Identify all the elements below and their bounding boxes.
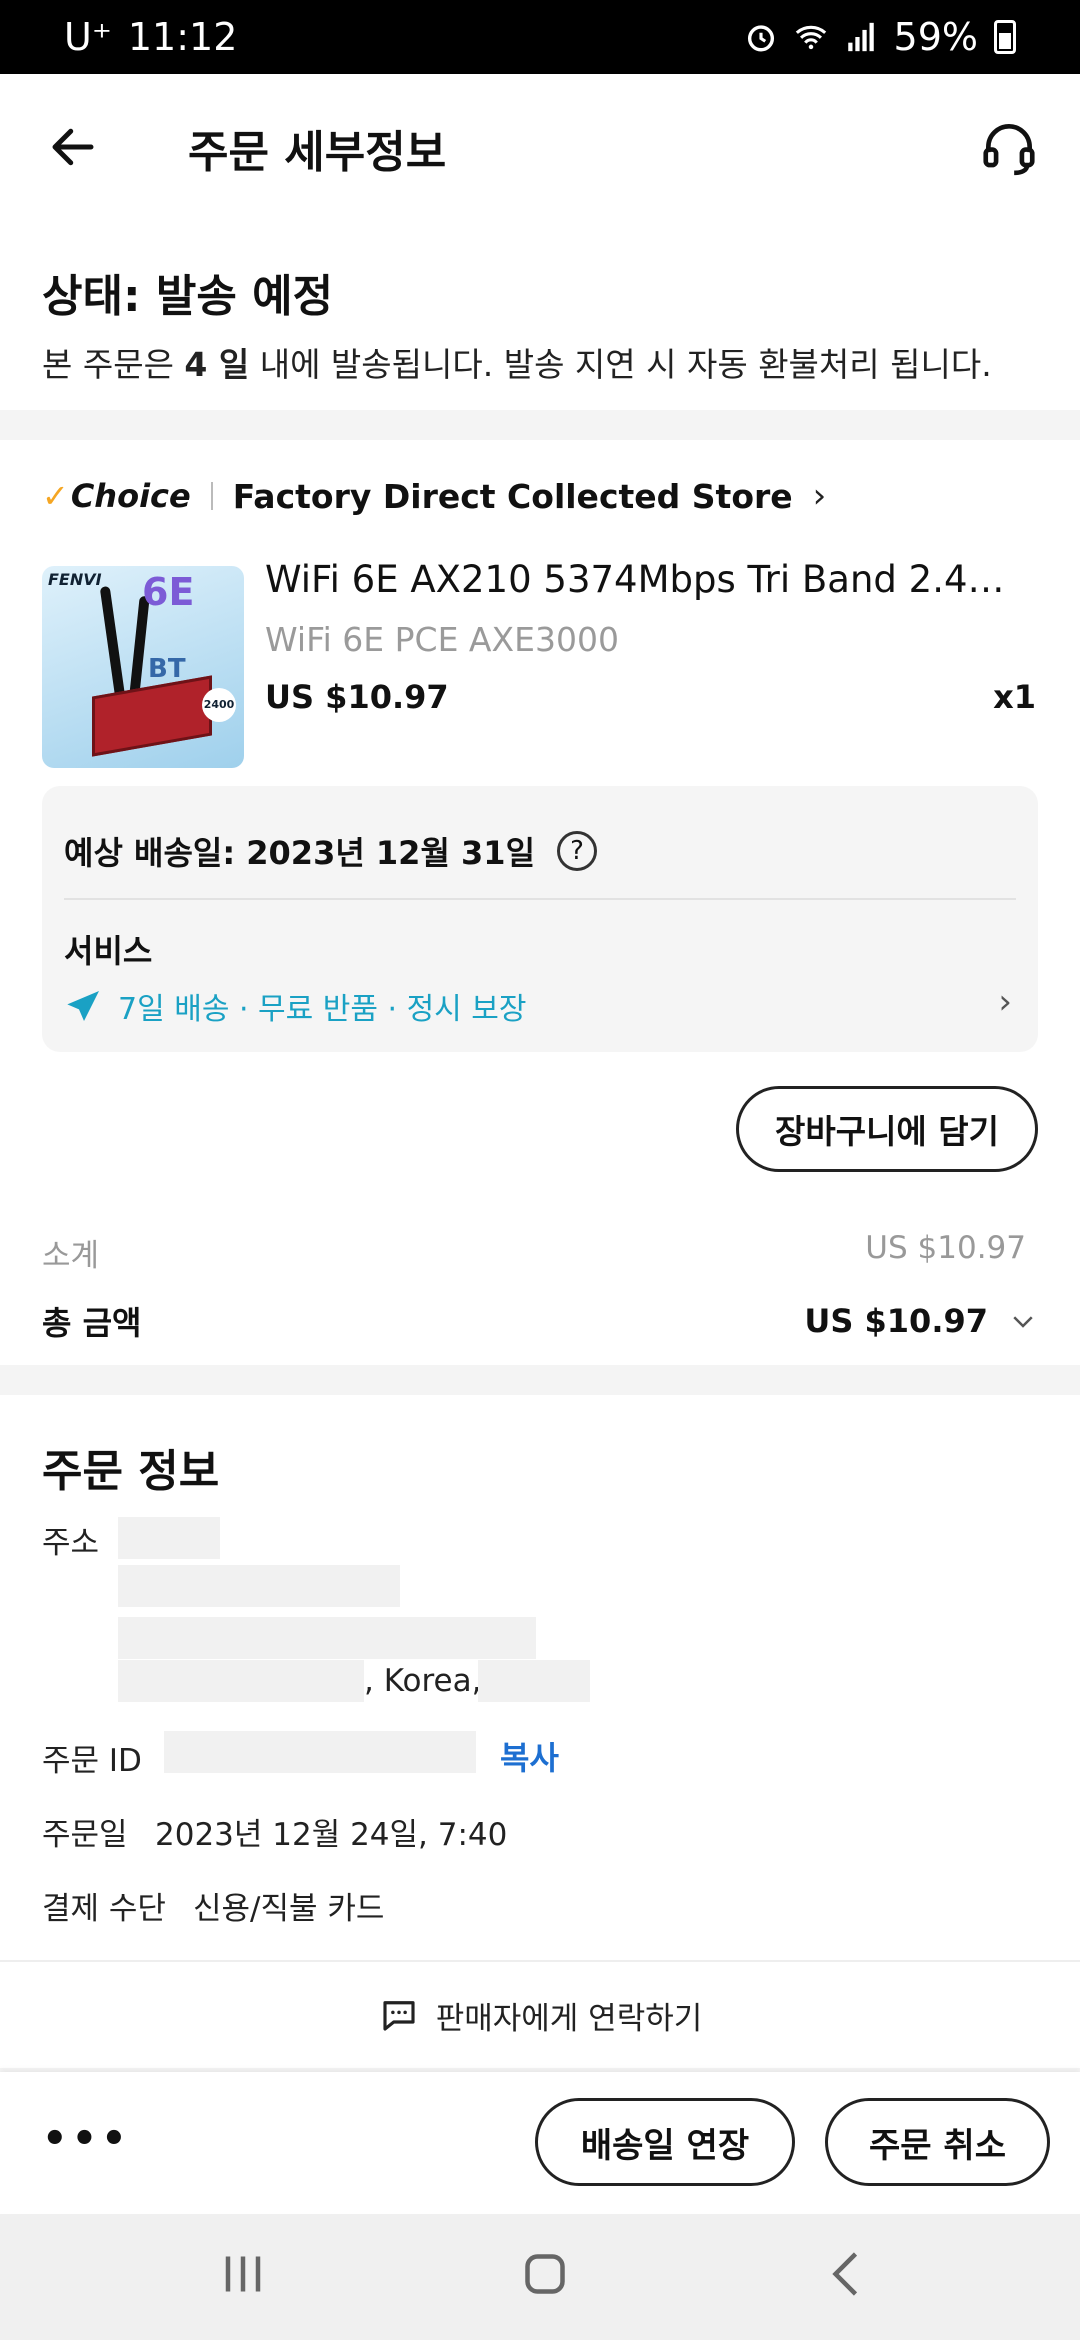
order-info-title: 주문 정보 [42, 1446, 220, 1497]
help-icon[interactable]: ? [557, 831, 598, 871]
delivery-info-box: 예상 배송일: 2023년 12월 31일 ? 서비스 7일 배송 · 무료 반… [42, 786, 1038, 1052]
chat-icon [383, 2001, 415, 2031]
product-title[interactable]: WiFi 6E AX210 5374Mbps Tri Band 2.4G/... [265, 558, 1025, 601]
total-value: US $10.97 [804, 1302, 988, 1340]
service-row[interactable]: 7일 배송 · 무료 반품 · 정시 보장 [64, 984, 527, 1028]
antenna-shape [99, 585, 127, 707]
total-label: 총 금액 [42, 1304, 142, 1342]
order-date-label: 주문일 [42, 1817, 128, 1853]
order-date-value: 2023년 12월 24일, 7:40 [155, 1817, 508, 1853]
address-redacted [118, 1517, 220, 1559]
back-arrow-icon[interactable] [46, 120, 100, 174]
page-title: 주문 세부정보 [188, 127, 447, 178]
thumb-brand: FENVI [48, 570, 102, 589]
address-redacted [118, 1617, 536, 1659]
thumb-bt: BT [148, 654, 186, 684]
payment-label: 결제 수단 [42, 1891, 166, 1927]
total-row[interactable]: 총 금액 US $10.97 [42, 1298, 1038, 1344]
estimated-delivery: 예상 배송일: 2023년 12월 31일 ? [64, 828, 598, 874]
address-redacted [118, 1565, 400, 1607]
system-nav-bar [0, 2214, 1080, 2340]
plane-icon [67, 991, 99, 1021]
product-quantity: x1 [993, 678, 1036, 716]
order-id-label: 주문 ID [42, 1743, 142, 1779]
store-name: Factory Direct Collected Store [232, 476, 793, 516]
more-options-button[interactable]: ••• [42, 2116, 131, 2162]
divider [210, 482, 213, 510]
subtotal-value: US $10.97 [865, 1230, 1026, 1266]
status-desc-days: 4 일 [184, 345, 250, 384]
eta-text: 예상 배송일: 2023년 12월 31일 [64, 834, 536, 872]
subtotal-row: 소계 US $10.97 [42, 1230, 1038, 1275]
cancel-order-button[interactable]: 주문 취소 [825, 2098, 1050, 2186]
divider [64, 898, 1016, 900]
wifi-icon [795, 25, 826, 50]
copy-order-id-button[interactable]: 복사 [500, 1733, 559, 1779]
status-bar: U⁺ 11:12 59% [0, 0, 1080, 74]
status-desc-prefix: 본 주문은 [42, 345, 185, 384]
order-info-card: 주문 정보 주소 , Korea, 주문 ID 복사 주문일 2023년 12월… [0, 1395, 1080, 1960]
address-country: , Korea, [364, 1663, 482, 1699]
store-link[interactable]: ✓ Choice Factory Direct Collected Store › [42, 476, 826, 516]
back-nav-icon[interactable] [818, 2244, 878, 2304]
headset-icon[interactable] [978, 116, 1040, 178]
address-redacted [118, 1660, 364, 1702]
carrier-label: U⁺ [64, 15, 112, 59]
choice-badge: ✓ Choice [42, 477, 191, 515]
payment-value: 신용/직불 카드 [193, 1891, 385, 1927]
extend-delivery-button[interactable]: 배송일 연장 [535, 2098, 795, 2186]
chevron-right-icon[interactable]: › [998, 982, 1012, 1022]
service-label: 서비스 [64, 932, 153, 970]
contact-seller-button[interactable]: 판매자에게 연락하기 [0, 1960, 1080, 2068]
app-bar: 주문 세부정보 [0, 74, 1080, 220]
product-thumbnail[interactable]: FENVI 6E BT 2400 [42, 566, 244, 768]
clock: 11:12 [127, 15, 238, 59]
status-description: 본 주문은 4 일 내에 발송됩니다. 발송 지연 시 자동 환불처리 됩니다. [42, 338, 992, 386]
status-desc-suffix: 내에 발송됩니다. 발송 지연 시 자동 환불처리 됩니다. [249, 345, 992, 384]
alarm-icon [747, 25, 774, 52]
order-status-card: 상태: 발송 예정 본 주문은 4 일 내에 발송됩니다. 발송 지연 시 자동… [0, 220, 1080, 410]
bottom-action-bar: ••• 배송일 연장 주문 취소 [0, 2072, 1080, 2214]
chevron-down-icon [1013, 1316, 1033, 1328]
add-to-cart-button[interactable]: 장바구니에 담기 [735, 1086, 1038, 1172]
address-redacted [478, 1660, 590, 1702]
product-price: US $10.97 [265, 678, 449, 716]
battery-icon [994, 20, 1016, 54]
order-id-redacted [164, 1731, 476, 1773]
recents-icon[interactable] [213, 2244, 273, 2304]
check-icon: ✓ [42, 477, 69, 515]
choice-label: Choice [70, 477, 191, 515]
signal-icon [847, 22, 874, 52]
battery-percent: 59% [893, 15, 978, 59]
address-label: 주소 [42, 1525, 100, 1561]
order-item-card: ✓ Choice Factory Direct Collected Store ›… [0, 440, 1080, 1365]
product-variant: WiFi 6E PCE AXE3000 [265, 620, 619, 659]
thumb-badge: 2400 [202, 688, 236, 722]
chevron-right-icon: › [812, 476, 827, 516]
thumb-wifi: 6E [142, 570, 195, 614]
subtotal-label: 소계 [42, 1238, 100, 1274]
home-icon[interactable] [515, 2244, 575, 2304]
pcb-shape [92, 675, 212, 757]
service-text: 7일 배송 · 무료 반품 · 정시 보장 [118, 992, 527, 1027]
contact-seller-label: 판매자에게 연락하기 [435, 2000, 703, 2037]
status-title: 상태: 발송 예정 [42, 271, 334, 322]
